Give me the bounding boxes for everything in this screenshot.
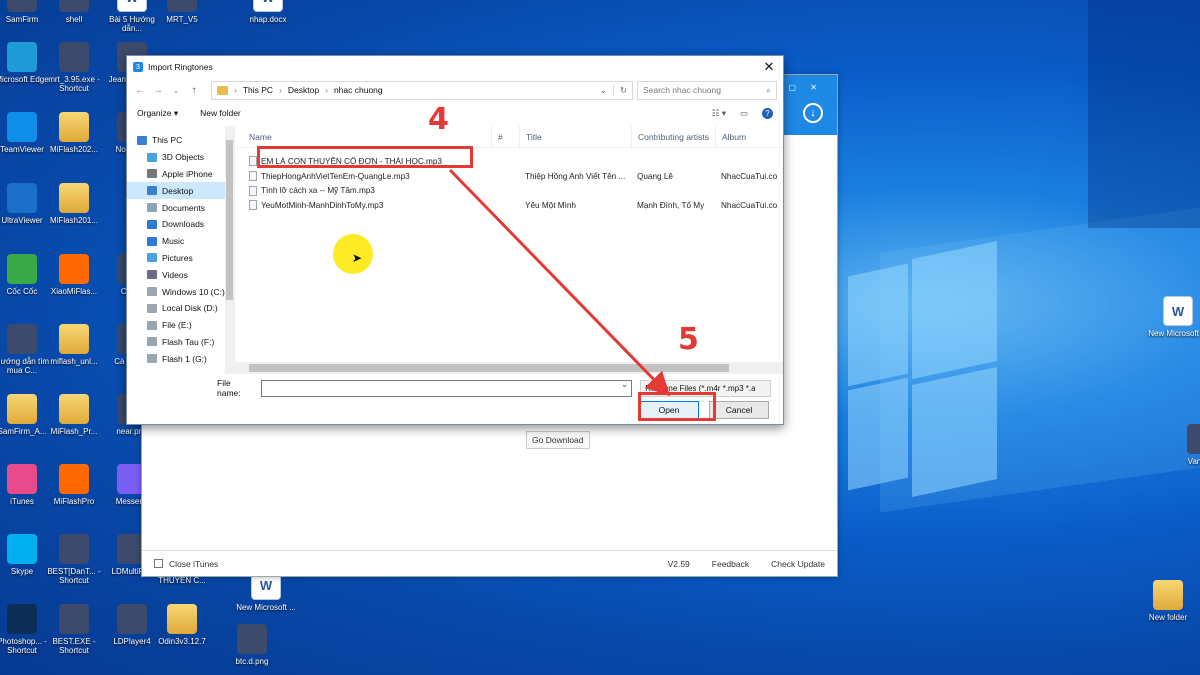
arrow-line: [448, 168, 671, 397]
annotation-arrow: [448, 168, 671, 397]
